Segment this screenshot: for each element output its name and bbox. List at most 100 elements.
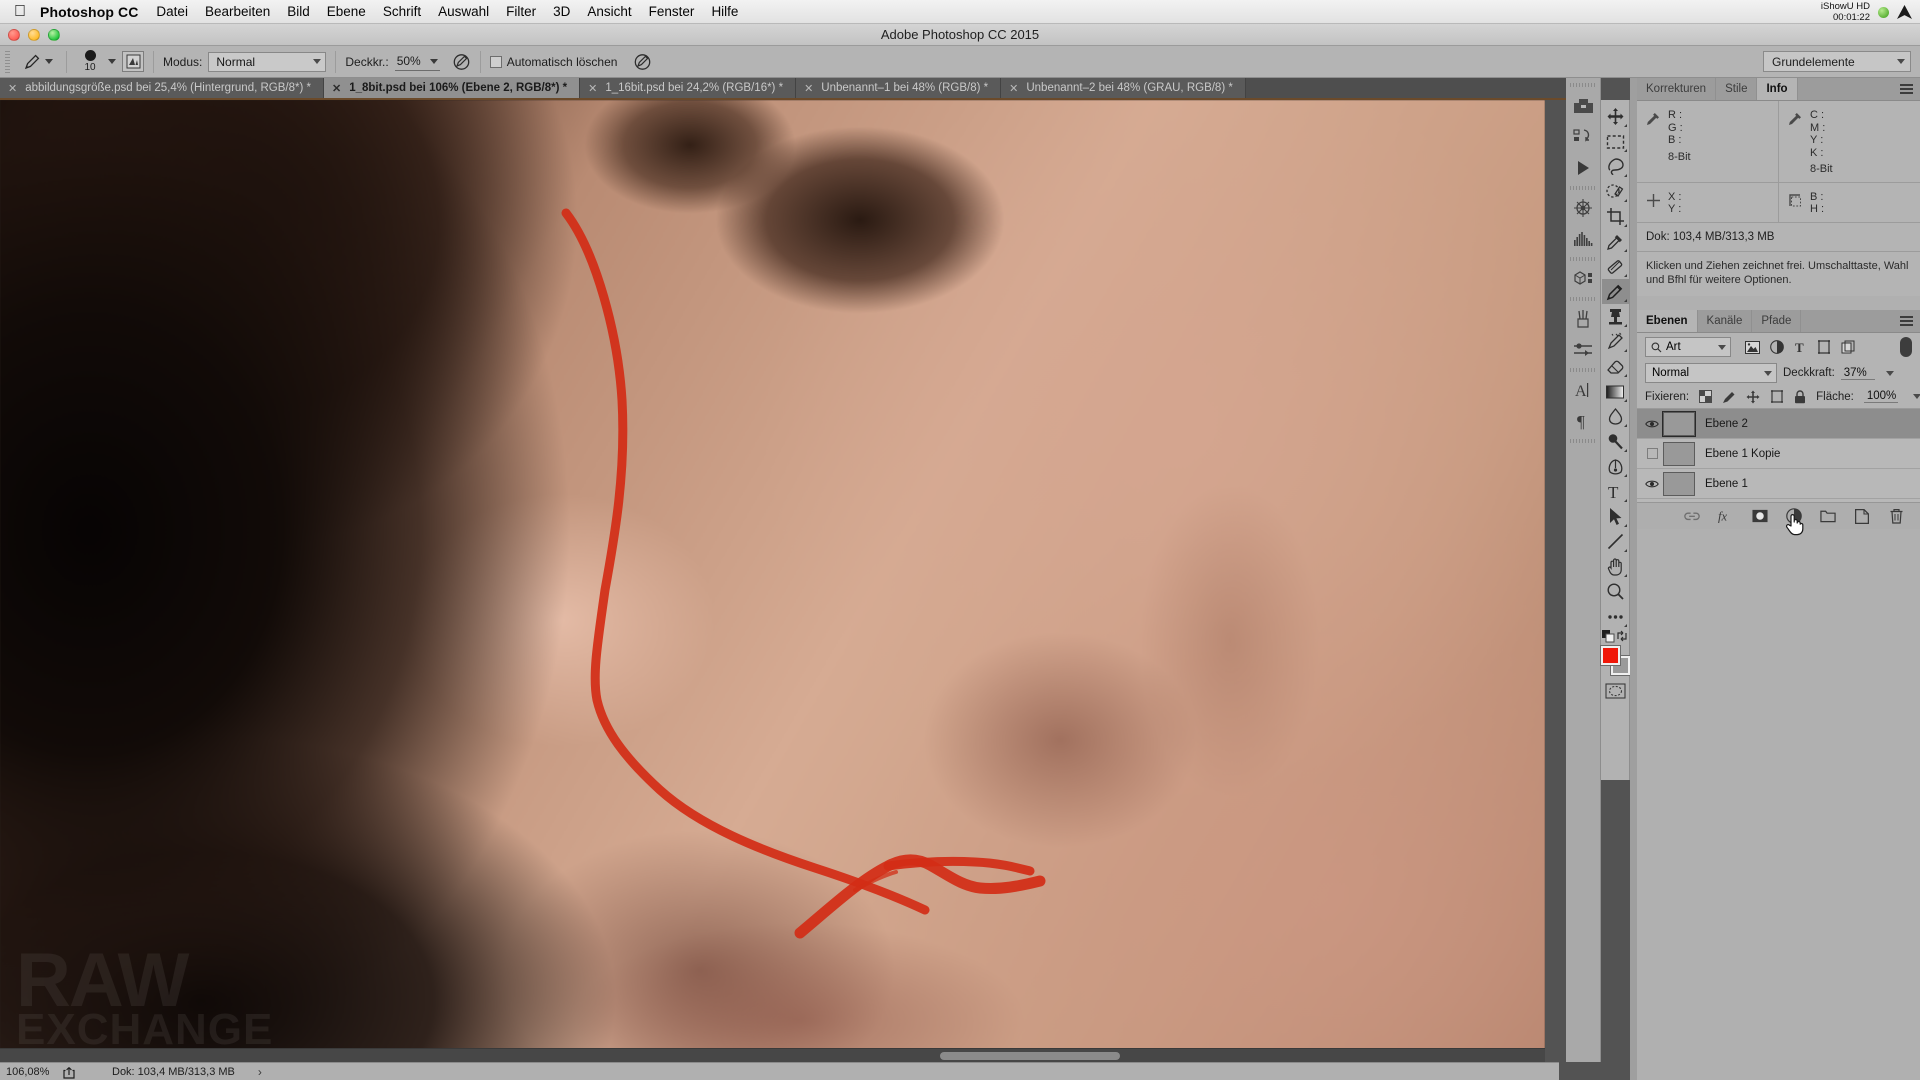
paragraph-icon[interactable]: ¶ xyxy=(1567,405,1600,436)
close-icon[interactable]: ✕ xyxy=(8,82,17,95)
adjustment-layer-filter-icon[interactable] xyxy=(1770,340,1784,354)
new-group-icon[interactable] xyxy=(1820,508,1836,524)
workspace-selector[interactable]: Grundelemente xyxy=(1763,51,1911,72)
ishowu-recorder-status[interactable]: iShowU HD 00:01:22 xyxy=(1821,1,1870,23)
menu-ebene[interactable]: Ebene xyxy=(327,4,366,19)
shape-layer-filter-icon[interactable] xyxy=(1817,340,1831,354)
eraser-tool[interactable] xyxy=(1602,354,1629,379)
tab-kanaele[interactable]: Kanäle xyxy=(1698,310,1753,332)
actions-play-icon[interactable] xyxy=(1567,152,1600,183)
layer-visibility-toggle[interactable] xyxy=(1641,448,1663,459)
adjustments-icon[interactable] xyxy=(1567,334,1600,365)
dock-grip[interactable] xyxy=(1570,80,1596,90)
histogram-icon[interactable] xyxy=(1567,223,1600,254)
current-tool-preset-picker[interactable] xyxy=(18,52,57,72)
default-colors-icon[interactable] xyxy=(1602,630,1615,643)
layer-opacity-value[interactable]: 37% xyxy=(1840,367,1875,380)
delete-layer-icon[interactable] xyxy=(1888,508,1904,524)
hand-tool[interactable] xyxy=(1602,554,1629,579)
eyedropper-tool[interactable] xyxy=(1602,229,1629,254)
layer-fill-value[interactable]: 100% xyxy=(1863,390,1898,403)
more-tools-button[interactable] xyxy=(1602,604,1629,629)
lock-artboard-icon[interactable] xyxy=(1770,389,1784,404)
menu-datei[interactable]: Datei xyxy=(156,4,188,19)
lock-image-icon[interactable] xyxy=(1722,390,1736,404)
document-tab-1_8bit[interactable]: ✕ 1_8bit.psd bei 106% (Ebene 2, RGB/8*) … xyxy=(323,78,581,98)
menu-ansicht[interactable]: Ansicht xyxy=(587,4,631,19)
maximize-window-button[interactable] xyxy=(48,29,60,41)
type-tool[interactable]: T xyxy=(1602,479,1629,504)
pressure-size-icon[interactable] xyxy=(633,52,652,71)
share-icon[interactable] xyxy=(63,1066,77,1079)
tab-korrekturen[interactable]: Korrekturen xyxy=(1637,78,1717,100)
close-icon[interactable]: ✕ xyxy=(588,82,597,95)
blend-mode-select[interactable]: Normal xyxy=(208,51,327,72)
apple-logo-icon[interactable]:  xyxy=(10,0,30,24)
options-bar-grip[interactable] xyxy=(3,50,13,73)
close-window-button[interactable] xyxy=(8,29,20,41)
brush-panel-icon[interactable] xyxy=(122,51,144,72)
pixel-layer-filter-icon[interactable] xyxy=(1745,340,1760,354)
menu-auswahl[interactable]: Auswahl xyxy=(438,4,489,19)
zoom-level-field[interactable]: 106,08% xyxy=(6,1066,54,1078)
layer-visibility-toggle[interactable] xyxy=(1641,479,1663,489)
layer-row-ebene-1-kopie[interactable]: Ebene 1 Kopie xyxy=(1637,439,1920,469)
dropbox-icon[interactable] xyxy=(1897,5,1912,19)
tool-presets-icon[interactable] xyxy=(1567,90,1600,121)
pressure-opacity-icon[interactable] xyxy=(452,52,471,71)
tab-stile[interactable]: Stile xyxy=(1716,78,1758,100)
character-icon[interactable]: A xyxy=(1567,374,1600,405)
layer-thumbnail[interactable] xyxy=(1663,441,1695,466)
menu-hilfe[interactable]: Hilfe xyxy=(711,4,738,19)
filter-power-toggle[interactable] xyxy=(1900,337,1912,357)
menu-fenster[interactable]: Fenster xyxy=(649,4,695,19)
close-icon[interactable]: ✕ xyxy=(332,82,341,95)
smart-object-filter-icon[interactable] xyxy=(1841,340,1855,354)
layer-style-fx-icon[interactable]: fx xyxy=(1718,508,1734,524)
pen-tool[interactable] xyxy=(1602,454,1629,479)
menu-schrift[interactable]: Schrift xyxy=(383,4,421,19)
history-brush-tool[interactable] xyxy=(1602,329,1629,354)
scrollbar-thumb[interactable] xyxy=(940,1052,1120,1060)
layer-name[interactable]: Ebene 1 Kopie xyxy=(1705,448,1920,460)
brush-preset-picker[interactable]: 10 xyxy=(76,50,104,73)
brush-presets-icon[interactable] xyxy=(1567,303,1600,334)
lock-position-icon[interactable] xyxy=(1746,390,1760,404)
brush-picker-chevron-down-icon[interactable] xyxy=(108,59,116,64)
quick-selection-tool[interactable] xyxy=(1602,179,1629,204)
chevron-down-icon[interactable] xyxy=(1885,370,1894,376)
layer-row-ebene-2[interactable]: Ebene 2 xyxy=(1637,409,1920,439)
tab-ebenen[interactable]: Ebenen xyxy=(1637,310,1698,332)
opacity-field[interactable]: 50% xyxy=(394,53,440,71)
layer-visibility-toggle[interactable] xyxy=(1641,419,1663,429)
zoom-tool[interactable] xyxy=(1602,579,1629,604)
document-tab-unbenannt-1[interactable]: ✕ Unbenannt–1 bei 48% (RGB/8) * xyxy=(796,78,1002,98)
dodge-tool[interactable] xyxy=(1602,429,1629,454)
crop-tool[interactable] xyxy=(1602,204,1629,229)
panel-menu-icon[interactable] xyxy=(1900,84,1913,95)
layer-blend-mode-select[interactable]: Normal xyxy=(1645,363,1777,383)
tab-info[interactable]: Info xyxy=(1757,78,1798,100)
menu-bearbeiten[interactable]: Bearbeiten xyxy=(205,4,270,19)
new-layer-icon[interactable] xyxy=(1854,508,1870,524)
adjustment-layer-icon[interactable] xyxy=(1786,508,1802,524)
image-canvas[interactable]: RAW EXCHANGE xyxy=(0,100,1545,1062)
close-icon[interactable]: ✕ xyxy=(804,82,813,95)
healing-brush-tool[interactable] xyxy=(1602,254,1629,279)
swap-colors-icon[interactable] xyxy=(1616,630,1628,642)
type-layer-filter-icon[interactable]: T xyxy=(1794,340,1807,354)
history-icon[interactable] xyxy=(1567,121,1600,152)
blur-tool[interactable] xyxy=(1602,404,1629,429)
panel-menu-icon[interactable] xyxy=(1900,316,1913,327)
foreground-color-swatch[interactable] xyxy=(1601,646,1620,665)
line-shape-tool[interactable] xyxy=(1602,529,1629,554)
layer-name[interactable]: Ebene 2 xyxy=(1705,418,1920,430)
document-tab-unbenannt-2[interactable]: ✕ Unbenannt–2 bei 48% (GRAU, RGB/8) * xyxy=(1001,78,1246,98)
layer-row-ebene-1[interactable]: Ebene 1 xyxy=(1637,469,1920,499)
close-icon[interactable]: ✕ xyxy=(1009,82,1018,95)
path-selection-tool[interactable] xyxy=(1602,504,1629,529)
gradient-tool[interactable] xyxy=(1602,379,1629,404)
menu-filter[interactable]: Filter xyxy=(506,4,536,19)
canvas-horizontal-scrollbar[interactable] xyxy=(0,1048,1545,1062)
auto-erase-checkbox[interactable] xyxy=(489,55,502,68)
